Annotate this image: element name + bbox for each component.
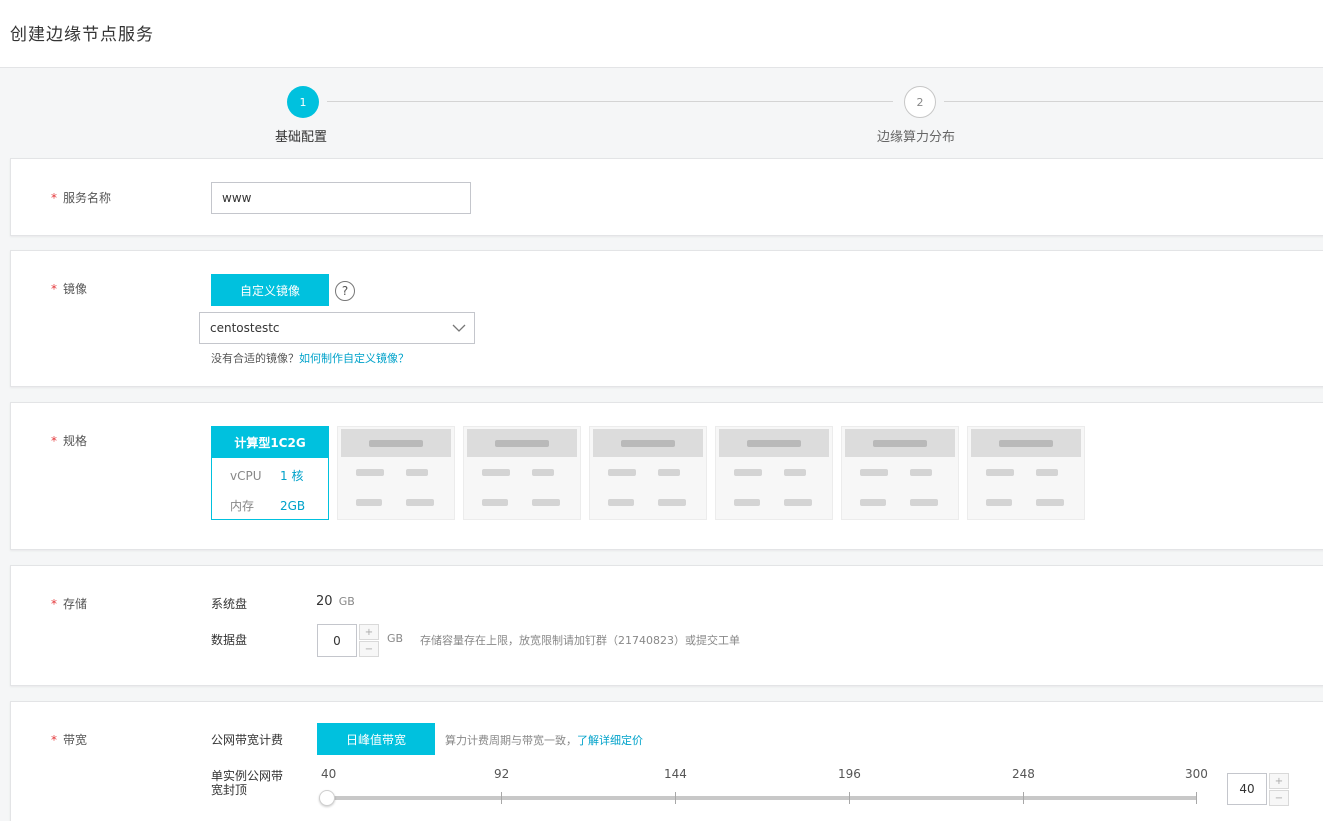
spec-option-obscured[interactable] [337, 426, 455, 520]
spec-label: * 规格 [51, 434, 88, 448]
step-2-circle[interactable]: 2 [904, 86, 936, 118]
step-2-label: 边缘算力分布 [877, 130, 956, 145]
chevron-down-icon [452, 324, 466, 332]
slider-tick-label: 196 [838, 767, 861, 781]
slider-tick [849, 792, 850, 804]
spec-option-name: 计算型1C2G [212, 427, 328, 458]
slider-tick-label: 248 [1012, 767, 1035, 781]
slider-tick-label: 300 [1185, 767, 1208, 781]
custom-image-tab[interactable]: 自定义镜像 [211, 274, 329, 306]
image-hint: 没有合适的镜像？如何制作自定义镜像？ [211, 352, 409, 365]
data-disk-increment-button[interactable]: + [359, 624, 379, 640]
bandwidth-section: * 带宽 公网带宽计费 日峰值带宽 算力计费周期与带宽一致，了解详细定价 单实例公… [10, 701, 1323, 821]
pricing-detail-link[interactable]: 了解详细定价 [577, 734, 643, 747]
step-indicator: 1 2 基础配置 边缘算力分布 [0, 69, 1323, 157]
step-connector [944, 101, 1323, 102]
spec-section: * 规格 计算型1C2G vCPU 1 核 内存 2GB [10, 402, 1323, 550]
storage-section: * 存储 系统盘 20 GB 数据盘 0 + − GB 存储容量存在上限，放宽限制… [10, 565, 1323, 686]
storage-label: * 存储 [51, 597, 88, 611]
slider-tick [501, 792, 502, 804]
system-disk-value: 20 GB [316, 594, 355, 609]
bandwidth-billing-note: 算力计费周期与带宽一致，了解详细定价 [445, 734, 643, 747]
slider-tick-label: 40 [321, 767, 337, 781]
spec-option-selected[interactable]: 计算型1C2G vCPU 1 核 内存 2GB [211, 426, 329, 520]
image-section: * 镜像 自定义镜像 ? centostestc 没有合适的镜像？如何制作自定义镜… [10, 250, 1323, 387]
spec-option-obscured[interactable] [715, 426, 833, 520]
bandwidth-cap-label: 单实例公网带 宽封顶 [211, 769, 284, 797]
image-select-value: centostestc [210, 321, 280, 335]
bandwidth-decrement-button[interactable]: − [1269, 790, 1289, 806]
slider-tick [1023, 792, 1024, 804]
service-name-label: * 服务名称 [51, 191, 112, 205]
storage-note: 存储容量存在上限，放宽限制请加钉群（21740823）或提交工单 [420, 634, 740, 647]
spec-option-obscured[interactable] [841, 426, 959, 520]
bandwidth-cap-input[interactable]: 40 [1227, 773, 1267, 805]
bandwidth-slider-track[interactable] [327, 796, 1197, 800]
spec-option-obscured[interactable] [967, 426, 1085, 520]
spec-mem-row: 内存 2GB [230, 499, 306, 513]
data-disk-input[interactable]: 0 [317, 624, 357, 657]
slider-tick-label: 92 [494, 767, 510, 781]
data-disk-unit: GB [387, 632, 404, 645]
image-label: * 镜像 [51, 282, 88, 296]
help-icon[interactable]: ? [335, 281, 355, 301]
step-connector [327, 101, 893, 102]
bandwidth-slider-handle[interactable] [319, 790, 335, 806]
daily-peak-bandwidth-button[interactable]: 日峰值带宽 [317, 723, 435, 755]
data-disk-decrement-button[interactable]: − [359, 641, 379, 657]
spec-option-obscured[interactable] [589, 426, 707, 520]
slider-tick [675, 792, 676, 804]
service-name-section: * 服务名称 www [10, 158, 1323, 236]
step-1-circle[interactable]: 1 [287, 86, 319, 118]
page-header: 创建边缘节点服务 [0, 0, 1323, 68]
make-custom-image-link[interactable]: 如何制作自定义镜像？ [299, 352, 409, 365]
step-1-label: 基础配置 [275, 130, 328, 145]
system-disk-label: 系统盘 [211, 597, 248, 611]
image-select[interactable]: centostestc [199, 312, 475, 344]
page-title: 创建边缘节点服务 [10, 25, 154, 45]
bandwidth-label: * 带宽 [51, 733, 88, 747]
service-name-input[interactable]: www [211, 182, 471, 214]
spec-cpu-row: vCPU 1 核 [230, 469, 304, 483]
bandwidth-billing-label: 公网带宽计费 [211, 733, 284, 747]
slider-tick [1196, 792, 1197, 804]
spec-option-obscured[interactable] [463, 426, 581, 520]
data-disk-label: 数据盘 [211, 633, 248, 647]
bandwidth-increment-button[interactable]: + [1269, 773, 1289, 789]
slider-tick-label: 144 [664, 767, 687, 781]
